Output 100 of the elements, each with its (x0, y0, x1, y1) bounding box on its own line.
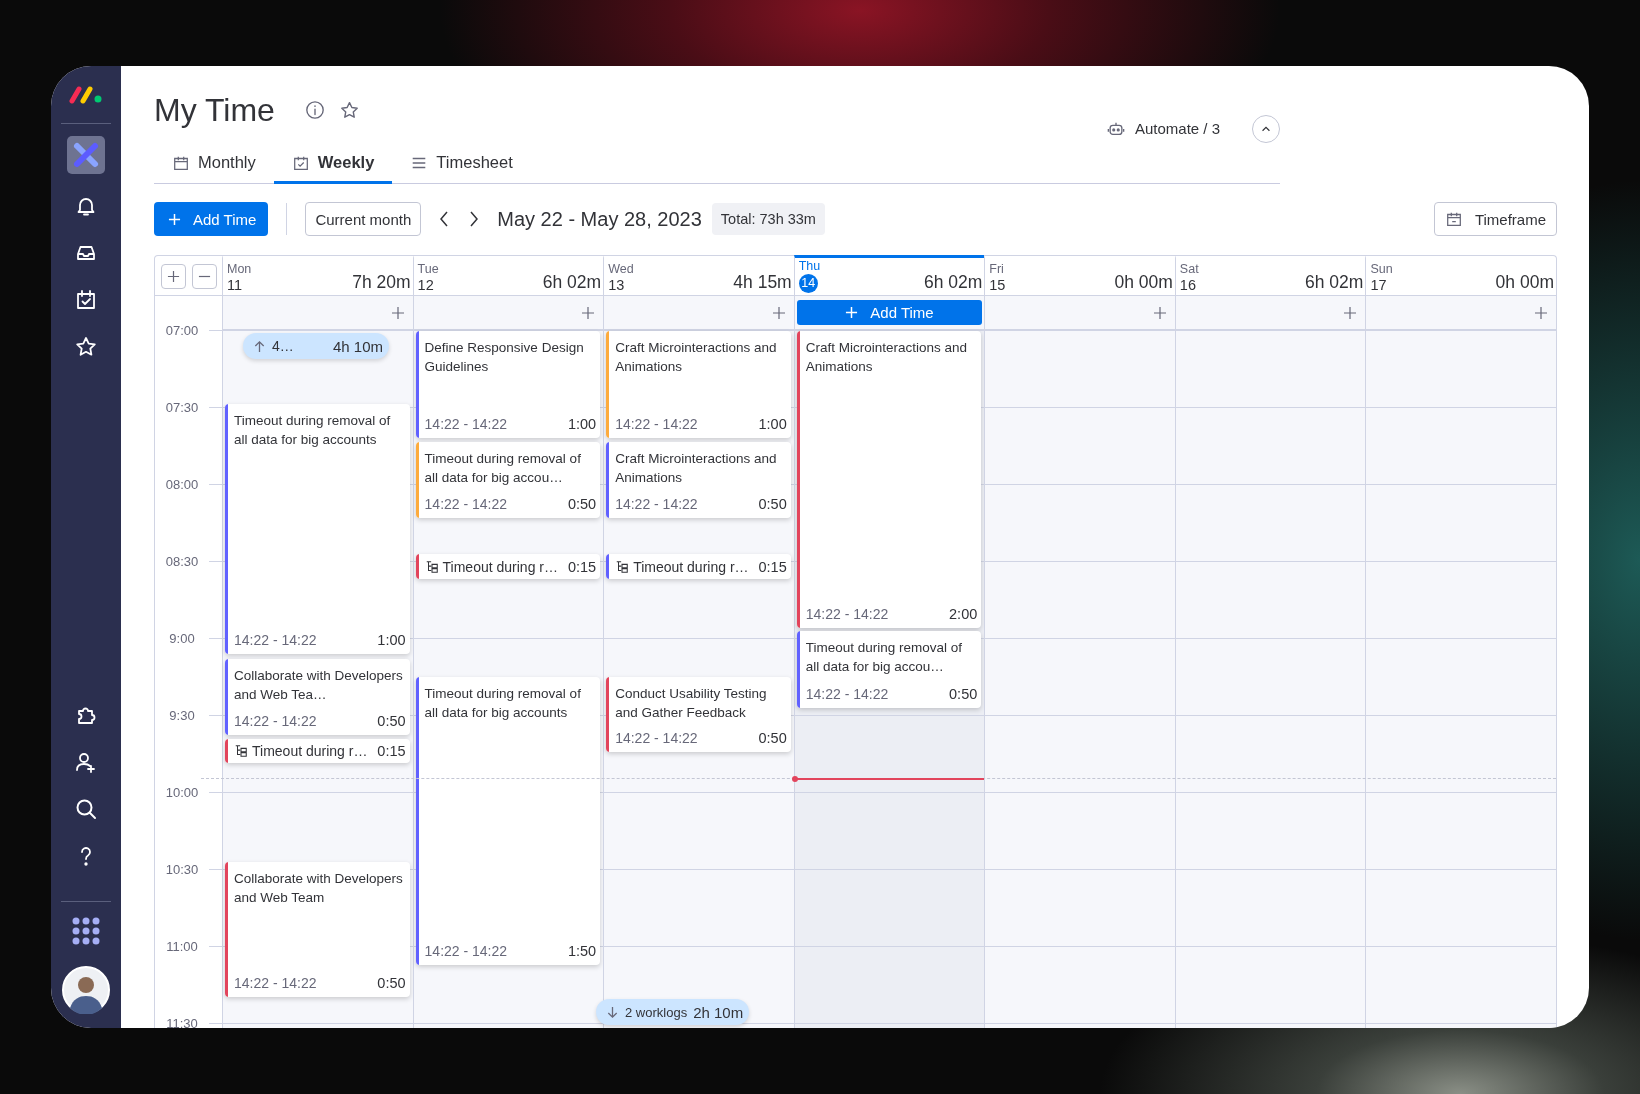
day-date: 13 (608, 277, 625, 293)
arrow-up-icon (253, 339, 266, 353)
entry-title: Timeout during removal of all data for big accounts (234, 412, 392, 449)
time-entry-card[interactable]: Collaborate with Developers and Web Tea… 14:22 - 14:22 0:50 (225, 659, 410, 735)
time-label: 10:30 (164, 861, 200, 877)
subtask-entry-card[interactable]: Timeout during r… 0:15 (415, 554, 601, 579)
day-total: 4h 15m (733, 271, 792, 293)
entry-title: Timeout during removal of all data for big accounts (424, 685, 582, 722)
time-entry-card[interactable]: Craft Microinteractions and Animations 14:22 - 14:22 2:00 (796, 331, 982, 628)
subitem-icon (615, 559, 630, 574)
subitem-icon (234, 744, 248, 758)
time-entry-card[interactable]: Craft Microinteractions and Animations 14:22 - 14:22 1:00 (606, 331, 791, 438)
entry-title: Collaborate with Developers and Web Tea… (234, 667, 404, 704)
day-date: 15 (989, 277, 1006, 293)
automate-button[interactable]: Automate / 3 (1106, 119, 1220, 138)
add-user-icon[interactable] (74, 750, 98, 774)
entry-title: Craft Microinteractions and Animations (615, 450, 778, 487)
time-label: 10:00 (164, 784, 200, 800)
apps-grid-icon[interactable] (71, 916, 101, 946)
entry-time: 14:22 - 14:22 (615, 729, 698, 748)
time-entry-card[interactable]: Define Responsive Design Guidelines 14:22 - 14:22 1:00 (415, 331, 601, 438)
star-icon[interactable] (338, 99, 360, 121)
time-label: 9:00 (168, 630, 196, 646)
avatar[interactable] (62, 966, 110, 1014)
entry-time: 14:22 - 14:22 (424, 942, 508, 961)
day-date: 17 (1370, 277, 1387, 293)
entry-duration: 2:00 (949, 605, 978, 624)
subtask-entry-card[interactable]: Timeout during r… 0:15 (225, 739, 410, 763)
day-total: 0h 00m (1114, 271, 1173, 293)
entry-time: 14:22 - 14:22 (805, 605, 889, 624)
timeframe-button[interactable]: Timeframe (1433, 202, 1557, 236)
entry-title: Timeout during removal of all data for big accou… (805, 639, 964, 676)
entry-duration: 0:50 (758, 729, 787, 748)
time-entry-card[interactable]: Timeout during removal of all data for big accou… 14:22 - 14:22 0:50 (796, 631, 982, 708)
day-date: 14 (798, 274, 818, 293)
app-icon[interactable] (67, 136, 105, 174)
weekday: Fri (989, 261, 1005, 277)
plus-icon (845, 306, 859, 319)
plus-icon (168, 212, 181, 226)
time-entry-card[interactable]: Timeout during removal of all data for big accounts 14:22 - 14:22 1:50 (415, 677, 601, 965)
entry-duration: 0:50 (949, 685, 978, 704)
day-date: 12 (417, 277, 434, 293)
weekday: Sat (1179, 261, 1199, 277)
day-total: 6h 02m (1305, 271, 1364, 293)
entry-duration: 0:50 (377, 712, 406, 731)
view-tab[interactable]: Timesheet (392, 144, 531, 184)
entry-time: 14:22 - 14:22 (615, 495, 698, 514)
entry-duration: 1:00 (758, 415, 787, 434)
entry-time: 14:22 - 14:22 (424, 415, 508, 434)
calendar-check-icon[interactable] (74, 288, 98, 312)
subtask-entry-card[interactable]: Timeout during r… 0:15 (606, 554, 791, 579)
time-label: 9:30 (168, 707, 196, 723)
time-label: 08:00 (164, 476, 200, 492)
entry-duration: 0:50 (377, 974, 406, 993)
entry-title: Timeout during r… (442, 558, 559, 575)
current-month-button[interactable]: Current month (305, 202, 422, 236)
view-tab[interactable]: Monthly (154, 144, 274, 184)
view-tab[interactable]: Weekly (273, 144, 393, 184)
day-total: 0h 00m (1495, 271, 1554, 293)
entry-title: Conduct Usability Testing and Gather Feedback (615, 685, 768, 722)
weekday: Wed (608, 261, 634, 277)
entry-duration: 1:00 (377, 631, 406, 650)
entry-title: Craft Microinteractions and Animations (615, 339, 778, 376)
hidden-entries-pill[interactable]: 2 worklogs 2h 10m (596, 999, 750, 1025)
entry-time: 14:22 - 14:22 (615, 415, 698, 434)
entry-duration: 0:15 (377, 743, 406, 759)
logo-icon (69, 83, 103, 105)
time-label: 11:30 (165, 1015, 199, 1028)
entry-time: 14:22 - 14:22 (234, 974, 317, 993)
add-time-button[interactable]: Add Time (796, 300, 983, 325)
weekday: Sun (1370, 261, 1393, 277)
add-time-button[interactable]: Add Time (154, 202, 269, 236)
entry-duration: 0:50 (567, 495, 597, 514)
entry-duration: 0:50 (758, 495, 787, 514)
zoom-in-button[interactable] (161, 263, 186, 289)
time-label: 07:30 (164, 399, 200, 415)
total-badge: Total: 73h 33m (711, 203, 825, 235)
day-date: 11 (227, 277, 243, 293)
entry-duration: 1:50 (567, 942, 597, 961)
weekday: Thu (798, 258, 821, 274)
entry-time: 14:22 - 14:22 (424, 495, 508, 514)
entry-duration: 1:00 (567, 415, 597, 434)
entry-title: Craft Microinteractions and Animations (805, 339, 969, 376)
time-entry-card[interactable]: Timeout during removal of all data for big accou… 14:22 - 14:22 0:50 (415, 442, 601, 518)
day-date: 16 (1179, 277, 1196, 293)
hidden-entries-pill[interactable]: 4… 4h 10m (243, 333, 389, 359)
page-title: My Time (154, 91, 275, 129)
star-icon[interactable] (74, 335, 98, 359)
time-entry-card[interactable]: Timeout during removal of all data for big accounts 14:22 - 14:22 1:00 (225, 404, 410, 654)
entry-title: Collaborate with Developers and Web Team (234, 870, 404, 907)
search-icon[interactable] (74, 797, 98, 821)
date-range: May 22 - May 28, 2023 (497, 207, 702, 231)
time-entry-card[interactable]: Collaborate with Developers and Web Team 14:22 - 14:22 0:50 (225, 862, 410, 997)
time-entry-card[interactable]: Conduct Usability Testing and Gather Feedback 14:22 - 14:22 0:50 (606, 677, 791, 752)
info-icon[interactable] (304, 100, 325, 120)
entry-time: 14:22 - 14:22 (234, 712, 317, 731)
subitem-icon (424, 559, 439, 574)
time-entry-card[interactable]: Craft Microinteractions and Animations 14:22 - 14:22 0:50 (606, 442, 791, 518)
entry-title: Define Responsive Design Guidelines (424, 339, 585, 376)
entry-time: 14:22 - 14:22 (234, 631, 317, 650)
